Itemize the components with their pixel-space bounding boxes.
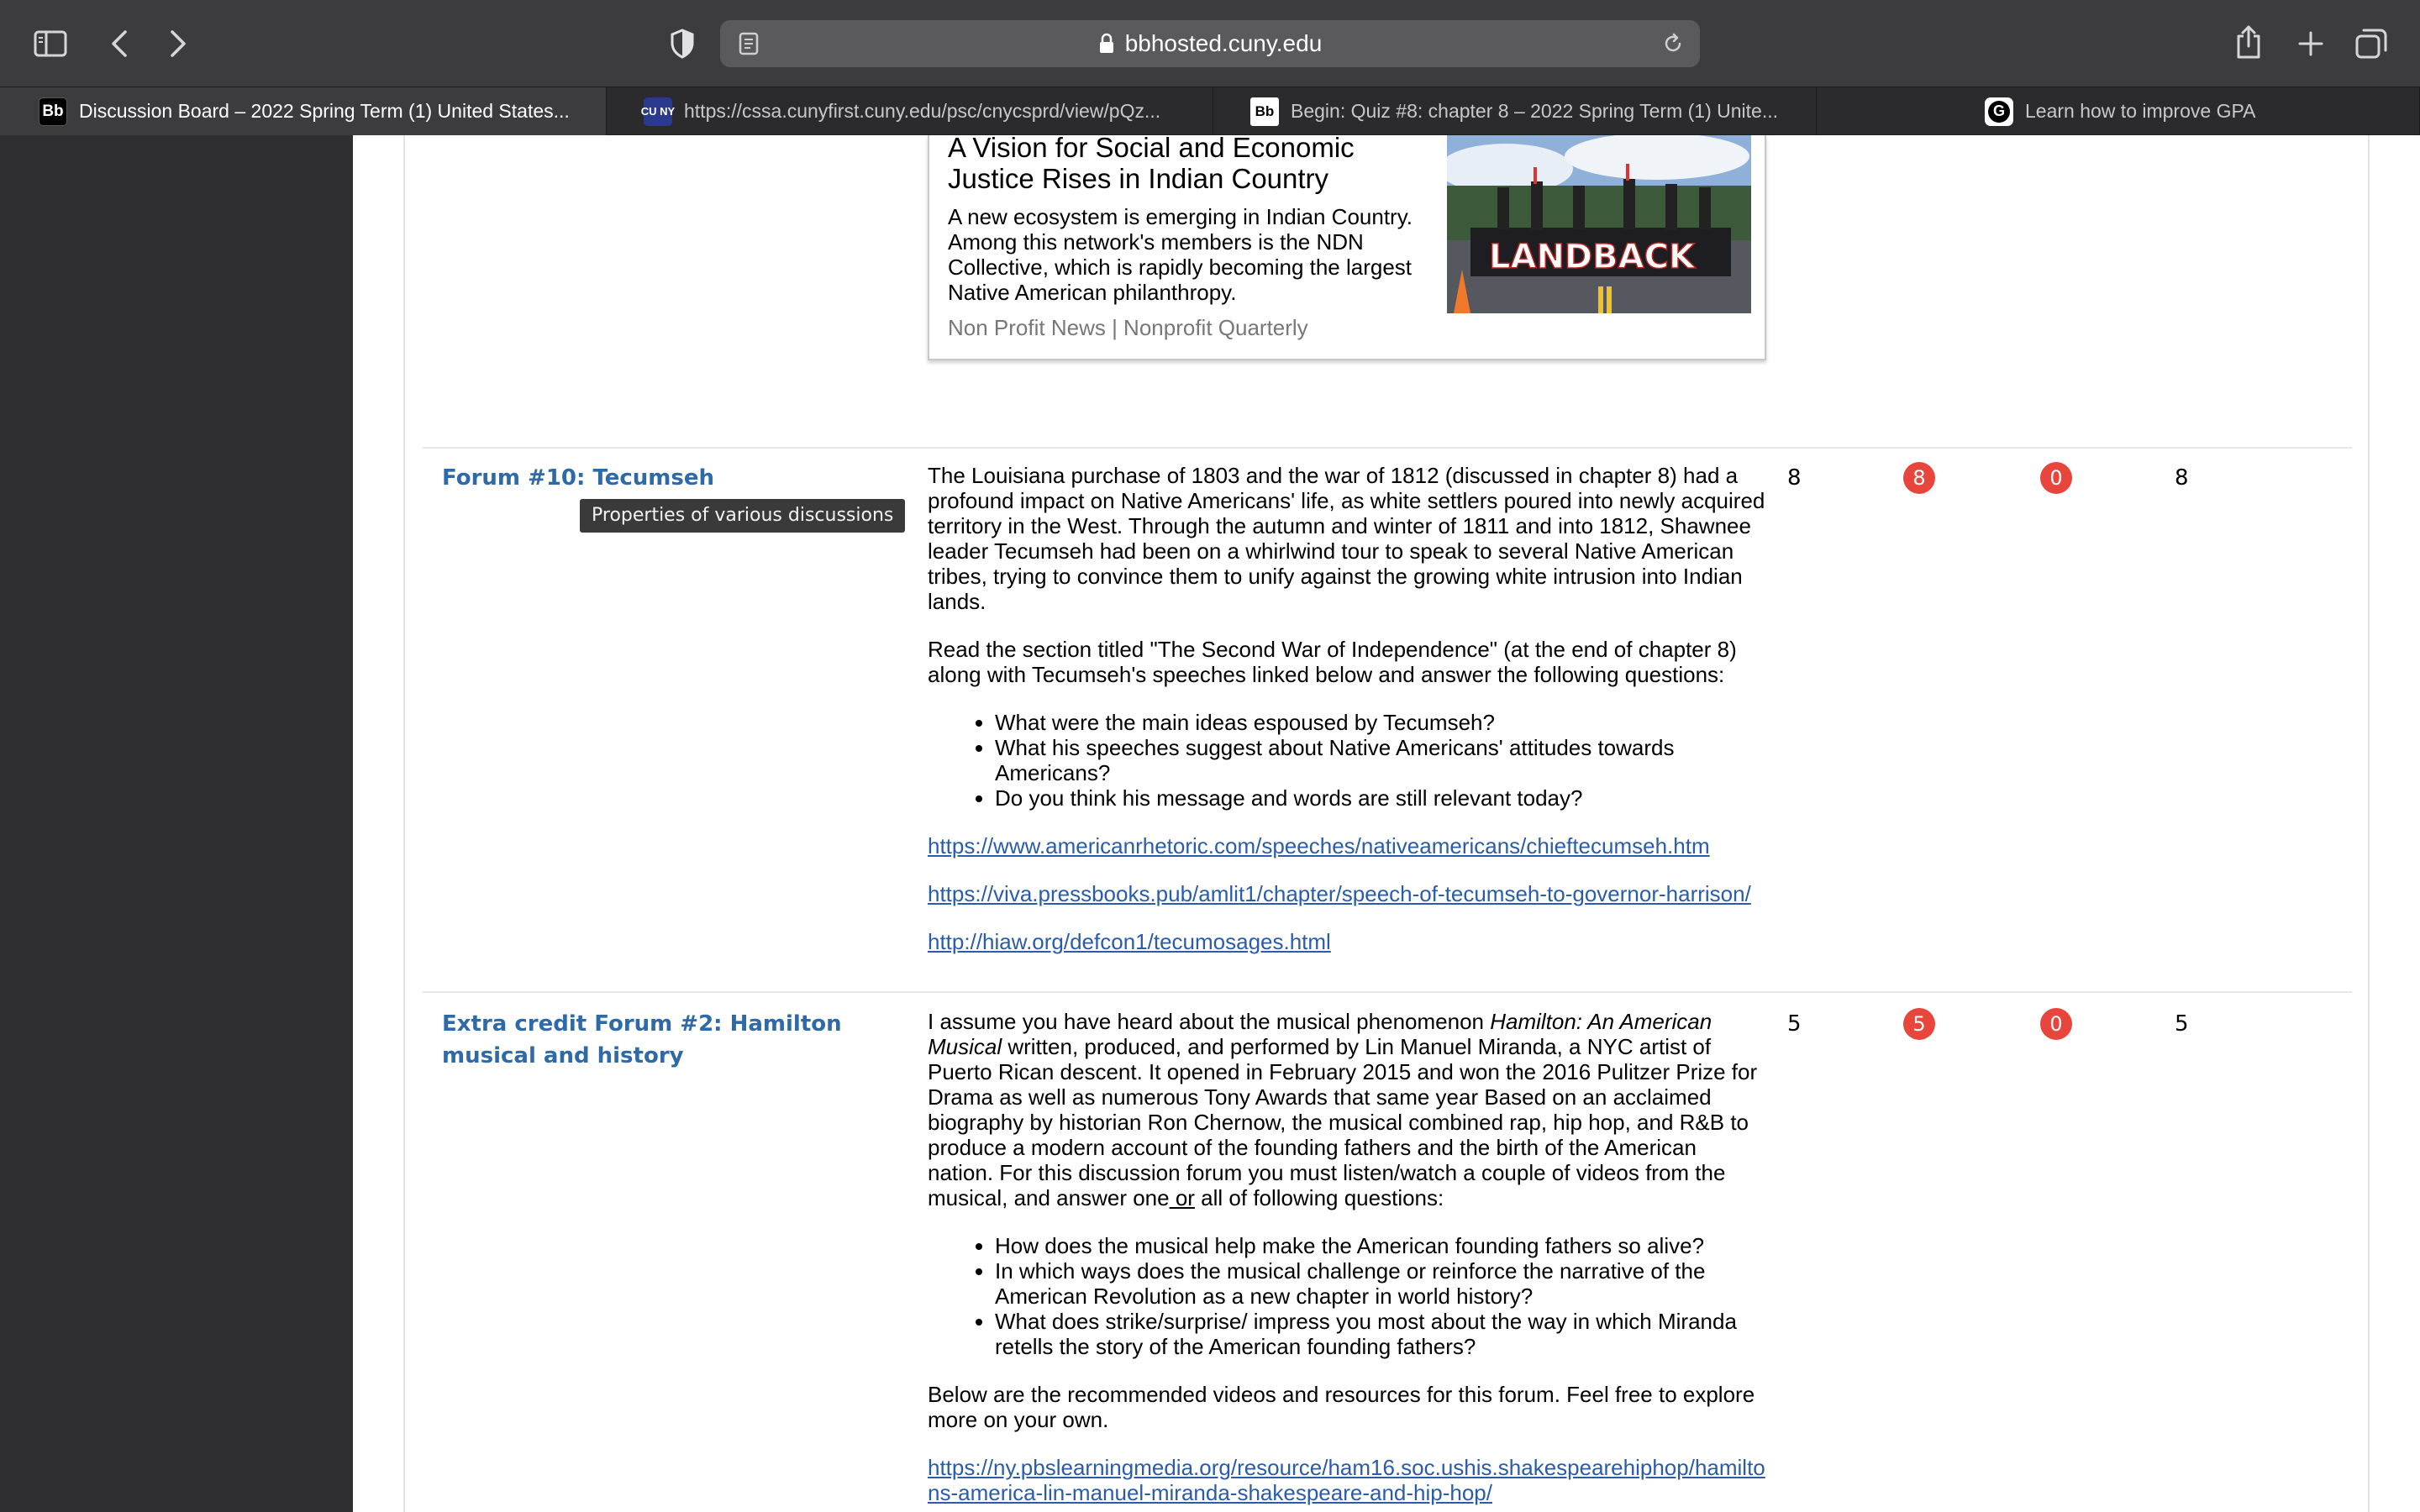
resource-link[interactable]: https://www.americanrhetoric.com/speeche… [928, 833, 1768, 858]
browser-toolbar: bbhosted.cuny.edu [0, 0, 2420, 87]
address-display: bbhosted.cuny.edu [720, 20, 1700, 67]
tab-overview-icon[interactable] [2353, 25, 2390, 62]
total-posts: 8 [1787, 465, 1802, 491]
privacy-shield-icon[interactable] [664, 25, 701, 62]
tab-improve-gpa[interactable]: G Learn how to improve GPA [1817, 87, 2420, 135]
row-separator [423, 447, 2352, 449]
tab-title: Learn how to improve GPA [2025, 100, 2256, 122]
list-item: Do you think his message and words are s… [995, 785, 1768, 811]
sidebar-toggle-icon[interactable] [32, 25, 69, 62]
tab-cunyfirst[interactable]: CU NY https://cssa.cunyfirst.cuny.edu/ps… [607, 87, 1213, 135]
link-preview-card[interactable]: A Vision for Social and Economic Justice… [928, 132, 1766, 360]
forum-paragraph: The Louisiana purchase of 1803 and the w… [928, 463, 1765, 614]
intro-text: I assume you have heard about the musica… [928, 1009, 1491, 1034]
intro-text: all of following questions: [1194, 1185, 1444, 1210]
preview-description: A new ecosystem is emerging in Indian Co… [948, 204, 1413, 305]
list-item: In which ways does the musical challenge… [995, 1258, 1768, 1309]
address-url: bbhosted.cuny.edu [1124, 30, 1323, 56]
question-list: What were the main ideas espoused by Tec… [928, 710, 1768, 811]
forum-title-link[interactable]: Forum #10: Tecumseh [442, 462, 714, 494]
tab-title: Discussion Board – 2022 Spring Term (1) … [79, 100, 570, 122]
replies-to-me-badge[interactable]: 0 [2040, 462, 2072, 494]
preview-title: A Vision for Social and Economic Justice… [948, 132, 1355, 194]
participants-count: 5 [2175, 1011, 2189, 1037]
forum-description: I assume you have heard about the musica… [928, 1009, 1768, 1512]
tab-quiz[interactable]: Bb Begin: Quiz #8: chapter 8 – 2022 Spri… [1213, 87, 1817, 135]
intro-underlined: or [1169, 1185, 1195, 1210]
forum-paragraph: Read the section titled "The Second War … [928, 637, 1737, 687]
unread-posts-badge[interactable]: 8 [1903, 462, 1935, 494]
preview-source: Non Profit News | Nonprofit Quarterly [948, 315, 1308, 340]
address-bar[interactable]: bbhosted.cuny.edu [720, 20, 1700, 67]
plus-icon[interactable] [2292, 25, 2329, 62]
share-icon[interactable] [2230, 22, 2267, 62]
resource-link[interactable]: http://hiaw.org/defcon1/tecumosages.html [928, 929, 1768, 954]
forward-chevron-icon[interactable] [160, 25, 197, 62]
reload-icon[interactable] [1661, 32, 1685, 55]
resource-link[interactable]: https://viva.pressbooks.pub/amlit1/chapt… [928, 881, 1768, 906]
tab-bar: Bb Discussion Board – 2022 Spring Term (… [0, 87, 2420, 135]
participants-count: 8 [2175, 465, 2189, 491]
cuny-favicon-icon: CU NY [641, 97, 675, 126]
resource-link[interactable]: https://ny.pbslearningmedia.org/resource… [928, 1455, 1768, 1505]
list-item: What were the main ideas espoused by Tec… [995, 710, 1768, 735]
list-item: How does the musical help make the Ameri… [995, 1233, 1768, 1258]
back-chevron-icon[interactable] [101, 25, 138, 62]
question-list: How does the musical help make the Ameri… [928, 1233, 1768, 1359]
blackboard-favicon-icon: Bb [1250, 97, 1279, 126]
forum-description: The Louisiana purchase of 1803 and the w… [928, 463, 1768, 977]
tab-title: Begin: Quiz #8: chapter 8 – 2022 Spring … [1291, 100, 1778, 122]
list-item: What his speeches suggest about Native A… [995, 735, 1768, 785]
row-separator [423, 991, 2352, 993]
replies-to-me-badge[interactable]: 0 [2040, 1008, 2072, 1040]
forum-paragraph: I assume you have heard about the musica… [928, 1009, 1768, 1210]
course-menu-rail [0, 135, 353, 1512]
blackboard-favicon-icon: Bb [39, 97, 67, 126]
forum-paragraph: Below are the recommended videos and res… [928, 1382, 1755, 1432]
g-favicon-icon: G [1985, 97, 2013, 126]
list-item: What does strike/surprise/ impress you m… [995, 1309, 1768, 1359]
unread-posts-badge[interactable]: 5 [1903, 1008, 1935, 1040]
lock-icon [1099, 33, 1113, 53]
preview-image: LANDBACK [1447, 135, 1751, 313]
favicon-letter: G [1988, 100, 2010, 123]
tab-discussion-board[interactable]: Bb Discussion Board – 2022 Spring Term (… [0, 87, 607, 135]
tab-title: https://cssa.cunyfirst.cuny.edu/psc/cnyc… [684, 100, 1161, 122]
preview-image-sign: LANDBACK [1489, 238, 1697, 276]
total-posts: 5 [1787, 1011, 1802, 1037]
intro-text: written, produced, and performed by Lin … [928, 1034, 1758, 1210]
tooltip: Properties of various discussions [580, 499, 906, 533]
forum-title-link[interactable]: Extra credit Forum #2: Hamilton musical … [442, 1008, 896, 1072]
